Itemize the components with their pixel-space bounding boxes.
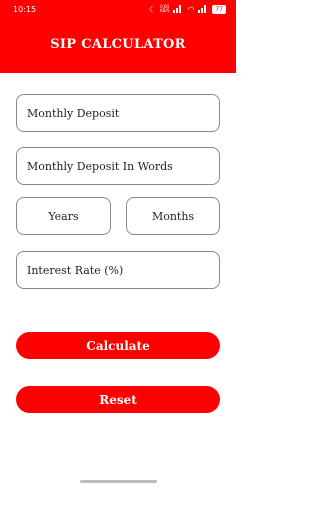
monthly-deposit-input[interactable]: Monthly Deposit [16,94,220,132]
interest-rate-placeholder: Interest Rate (%) [27,263,124,277]
net-speed: 0.00 KB/S [160,5,169,13]
app-header: 10:15 ☾ 0.00 KB/S ◠ 77 SIP CALCULATOR [0,0,236,73]
years-input[interactable]: Years [16,197,111,235]
years-placeholder: Years [48,209,79,223]
monthly-deposit-placeholder: Monthly Deposit [27,106,120,120]
monthly-deposit-words-placeholder: Monthly Deposit In Words [27,159,173,173]
monthly-deposit-words-field[interactable]: Monthly Deposit In Words [16,147,220,185]
battery-icon: 77 [212,4,226,14]
signal-icon [198,5,208,13]
moon-icon: ☾ [148,4,157,14]
interest-rate-input[interactable]: Interest Rate (%) [16,251,220,289]
months-input[interactable]: Months [126,197,220,235]
status-bar: 10:15 ☾ 0.00 KB/S ◠ 77 [0,0,236,18]
signal-icon [173,5,183,13]
status-time: 10:15 [13,4,37,14]
months-placeholder: Months [151,209,195,223]
status-icons: ☾ 0.00 KB/S ◠ 77 [148,4,226,14]
wifi-icon: ◠ [187,4,195,14]
net-speed-unit: KB/S [160,8,170,13]
calculate-button[interactable]: Calculate [16,332,220,359]
reset-button[interactable]: Reset [16,386,220,413]
page-title: SIP CALCULATOR [50,37,186,52]
home-indicator[interactable] [80,480,157,483]
